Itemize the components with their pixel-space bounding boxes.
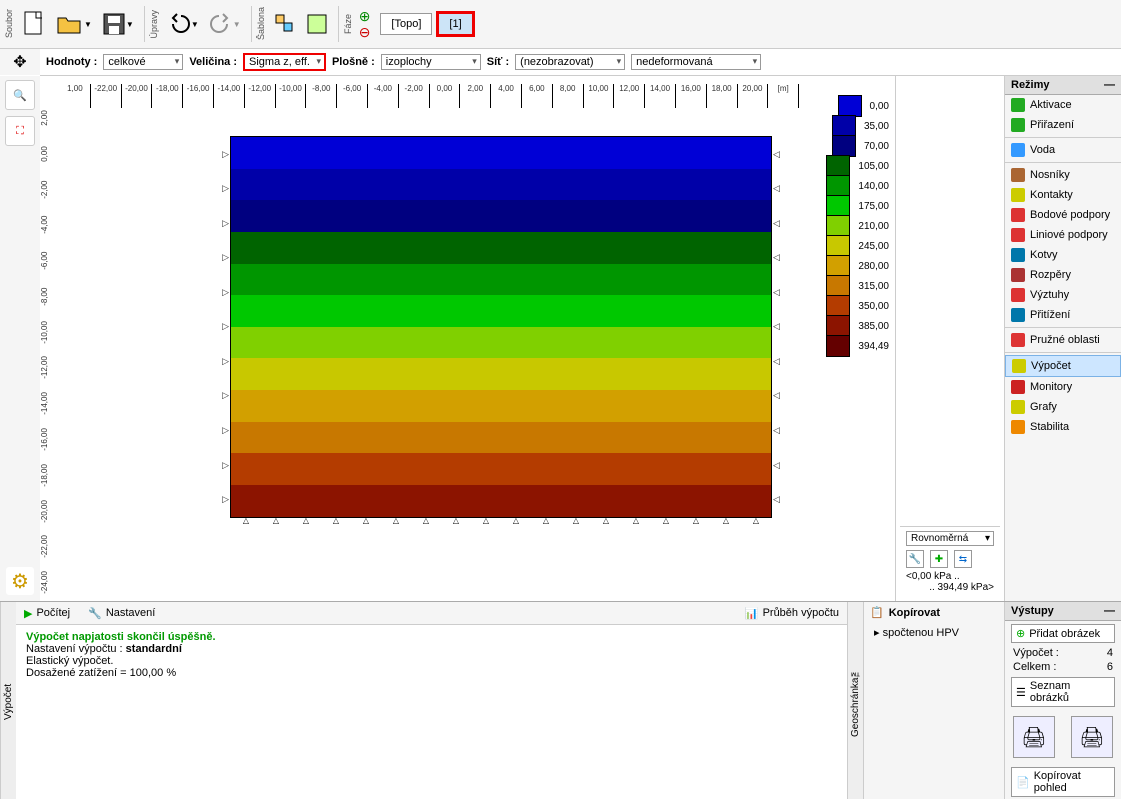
group-file: Soubor: [4, 9, 14, 38]
copy-title: Kopírovat: [889, 607, 940, 619]
extent-tool[interactable]: ⛶: [5, 116, 35, 146]
collapse-icon[interactable]: —: [1104, 79, 1115, 91]
scale-tool-wrench[interactable]: 🔧: [906, 550, 924, 568]
outputs-title: Výstupy: [1011, 605, 1054, 617]
scale-min: <0,00 kPa ..: [906, 571, 994, 582]
mode-item-přiřazení[interactable]: Přiřazení: [1005, 115, 1121, 135]
redo-button[interactable]: ▼: [205, 4, 245, 44]
add-image-button[interactable]: ⊕Přidat obrázek: [1011, 624, 1115, 643]
model-canvas[interactable]: 1,00-22,00-20,00-18,00-16,00-14,00-12,00…: [40, 76, 799, 601]
stress-plot: ▷▷▷▷▷▷▷▷▷▷▷ ◁◁◁◁◁◁◁◁◁◁◁ △△△△△△△△△△△△△△△△…: [230, 136, 772, 518]
message-panel: ▶Počítej 🔧Nastavení 📊Průběh výpočtu Výpo…: [16, 602, 847, 799]
deform-dropdown[interactable]: nedeformovaná: [631, 54, 761, 70]
mode-item-bodové-podpory[interactable]: Bodové podpory: [1005, 205, 1121, 225]
values-dropdown[interactable]: celkové: [103, 54, 183, 70]
scale-max: .. 394,49 kPa>: [906, 582, 994, 593]
mode-item-pružné-oblasti[interactable]: Pružné oblasti: [1005, 330, 1121, 350]
mode-item-grafy[interactable]: Grafy: [1005, 397, 1121, 417]
pan-icon[interactable]: ✥: [13, 52, 26, 72]
mode-item-voda[interactable]: Voda: [1005, 140, 1121, 160]
ruler-vertical: 2,000,00-2,00-4,00-6,00-8,00-10,00-12,00…: [40, 100, 60, 601]
copy-item-hpv[interactable]: ▸ spočtenou HPV: [864, 623, 1004, 642]
modes-title: Režimy: [1011, 79, 1050, 91]
main-toolbar: Soubor ▼ ▼ Úpravy ▼ ▼ Šablona Fáze ⊕ ⊖ […: [0, 0, 1121, 49]
out-celkem-label: Celkem :: [1013, 661, 1056, 673]
group-edit: Úpravy: [149, 10, 159, 39]
mode-item-výztuhy[interactable]: Výztuhy: [1005, 285, 1121, 305]
save-file-button[interactable]: ▼: [98, 4, 138, 44]
mode-item-aktivace[interactable]: Aktivace: [1005, 95, 1121, 115]
msg-success: Výpočet napjatosti skončil úspěšně.: [26, 631, 837, 643]
remove-phase-button[interactable]: ⊖: [359, 25, 371, 39]
out-celkem-val: 6: [1107, 661, 1113, 673]
print-button-2[interactable]: 🖨: [1071, 716, 1113, 758]
side-label-clipboard: Geoschránka™: [847, 602, 863, 799]
copy-panel: 📋 Kopírovat ▸ spočtenou HPV: [863, 602, 1004, 799]
progress-button[interactable]: 📊Průběh výpočtu: [745, 607, 839, 620]
scale-dropdown[interactable]: Rovnoměrná: [906, 531, 994, 546]
color-legend: 0,0035,0070,00105,00140,00175,00210,0024…: [799, 76, 895, 601]
msg-line1: Nastavení výpočtu : standardní: [26, 643, 837, 655]
mode-item-rozpěry[interactable]: Rozpěry: [1005, 265, 1121, 285]
phase-tab-1[interactable]: [1]: [436, 11, 474, 37]
compute-settings-button[interactable]: 🔧Nastavení: [88, 607, 155, 620]
surface-label: Plošně :: [332, 56, 375, 68]
group-phase: Fáze: [343, 14, 353, 34]
left-toolbar: 🔍 ⛶ ⚙: [0, 76, 40, 601]
mode-item-liniové-podpory[interactable]: Liniové podpory: [1005, 225, 1121, 245]
mesh-label: Síť :: [487, 56, 509, 68]
options-bar: Hodnoty : celkové Veličina : Sigma z, ef…: [40, 49, 1121, 76]
side-label-vypocet: Výpočet: [0, 602, 16, 799]
msg-line3: Dosažené zatížení = 100,00 %: [26, 667, 837, 679]
compute-button[interactable]: ▶Počítej: [24, 607, 70, 620]
ruler-horizontal: 1,00-22,00-20,00-18,00-16,00-14,00-12,00…: [60, 76, 799, 100]
surface-dropdown[interactable]: izoplochy: [381, 54, 481, 70]
out-vypocet-val: 4: [1107, 647, 1113, 659]
add-phase-button[interactable]: ⊕: [359, 9, 371, 23]
mode-item-nosníky[interactable]: Nosníky: [1005, 165, 1121, 185]
new-file-button[interactable]: [18, 4, 50, 44]
open-file-button[interactable]: ▼: [52, 4, 96, 44]
mode-item-kotvy[interactable]: Kotvy: [1005, 245, 1121, 265]
quantity-label: Veličina :: [189, 56, 237, 68]
outputs-panel: Výstupy — ⊕Přidat obrázek Výpočet : 4 Celk…: [1004, 602, 1121, 799]
mode-item-výpočet[interactable]: Výpočet: [1005, 355, 1121, 377]
template-button-2[interactable]: [302, 4, 332, 44]
scale-tool-add[interactable]: ✚: [930, 550, 948, 568]
undo-button[interactable]: ▼: [163, 4, 203, 44]
collapse-icon[interactable]: —: [1104, 605, 1115, 617]
template-button-1[interactable]: [270, 4, 300, 44]
group-template: Šablona: [256, 7, 266, 40]
scale-box: Rovnoměrná 🔧 ✚ ⇆ <0,00 kPa .. .. 394,49 …: [900, 526, 1000, 597]
mesh-dropdown[interactable]: (nezobrazovat): [515, 54, 625, 70]
copy-icon: 📋: [870, 606, 884, 619]
zoom-tool[interactable]: 🔍: [5, 80, 35, 110]
mode-item-přitížení[interactable]: Přitížení: [1005, 305, 1121, 325]
scale-tool-swap[interactable]: ⇆: [954, 550, 972, 568]
quantity-dropdown[interactable]: Sigma z, eff.: [243, 53, 326, 71]
print-button-1[interactable]: 🖨: [1013, 716, 1055, 758]
phase-tab-topo[interactable]: [Topo]: [380, 13, 432, 35]
copy-view-button[interactable]: 📄Kopírovat pohled: [1011, 767, 1115, 797]
mode-item-stabilita[interactable]: Stabilita: [1005, 417, 1121, 437]
settings-button[interactable]: ⚙: [6, 567, 34, 595]
modes-panel: Režimy — AktivacePřiřazení Voda NosníkyKont…: [1004, 76, 1121, 601]
values-label: Hodnoty :: [46, 56, 97, 68]
mode-item-monitory[interactable]: Monitory: [1005, 377, 1121, 397]
out-vypocet-label: Výpočet :: [1013, 647, 1059, 659]
msg-line2: Elastický výpočet.: [26, 655, 837, 667]
mode-item-kontakty[interactable]: Kontakty: [1005, 185, 1121, 205]
image-list-button[interactable]: ☰Seznam obrázků: [1011, 677, 1115, 707]
